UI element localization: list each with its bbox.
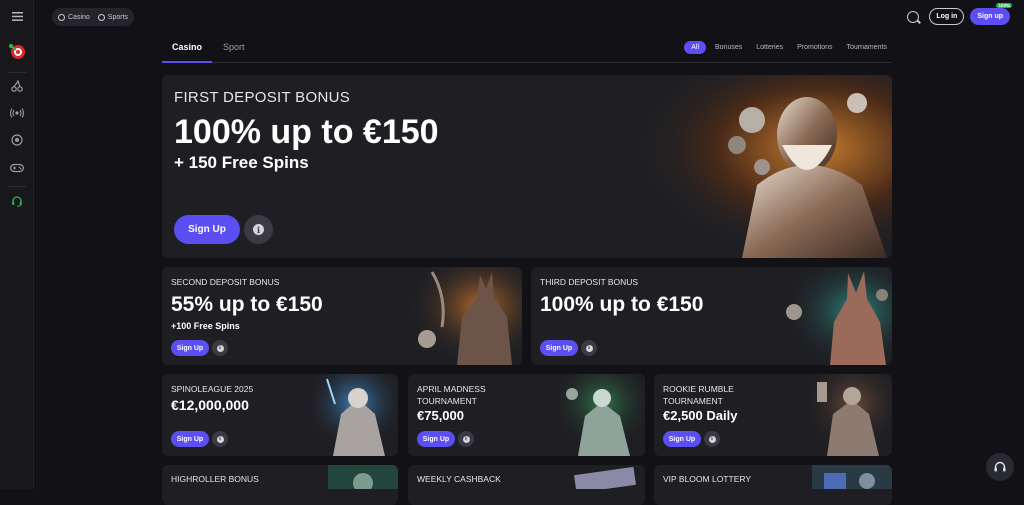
second-title: 55% up to €150 xyxy=(171,293,323,317)
signup-bonus-badge: 100% xyxy=(996,3,1012,8)
sidebar xyxy=(0,0,34,489)
hero-subtitle: + 150 Free Spins xyxy=(174,153,309,173)
third-deposit-card[interactable]: THIRD DEPOSIT BONUS 100% up to €150 Sign… xyxy=(531,267,892,365)
hero-info-button[interactable]: i xyxy=(244,215,273,244)
football-icon[interactable] xyxy=(0,132,34,148)
search-icon[interactable] xyxy=(907,11,919,23)
sidebar-divider xyxy=(8,72,26,73)
cherries-icon xyxy=(58,14,65,21)
tab-sport[interactable]: Sport xyxy=(223,42,245,52)
support-headset-icon[interactable] xyxy=(0,193,34,209)
top-bar: Casino Sports Log in Sign up 100% xyxy=(34,0,1024,34)
vip-bloom-kicker: VIP BLOOM LOTTERY xyxy=(663,474,751,484)
promo-filters: All Bonuses Lotteries Promotions Tournam… xyxy=(684,41,892,54)
spinoleague-info-button[interactable]: i xyxy=(212,431,228,447)
logo-icon[interactable] xyxy=(0,40,34,62)
signup-button[interactable]: Sign up 100% xyxy=(970,8,1010,25)
second-subtitle: +100 Free Spins xyxy=(171,321,240,331)
weekly-cashback-card[interactable]: WEEKLY CASHBACK xyxy=(408,465,645,505)
casino-switch[interactable]: Casino xyxy=(58,14,90,21)
rookie-rumble-kicker-2: TOURNAMENT xyxy=(663,396,723,406)
support-chat-button[interactable] xyxy=(986,453,1014,481)
highroller-kicker: HIGHROLLER BONUS xyxy=(171,474,259,484)
zeus-lightning-illustration xyxy=(313,374,398,456)
top-right-actions: Log in Sign up 100% xyxy=(907,8,1010,25)
info-icon: i xyxy=(586,345,593,352)
third-signup-button[interactable]: Sign Up xyxy=(540,340,578,356)
weekly-cashback-kicker: WEEKLY CASHBACK xyxy=(417,474,501,484)
cherries-icon[interactable] xyxy=(0,78,34,94)
second-kicker: SECOND DEPOSIT BONUS xyxy=(171,277,279,287)
rookie-rumble-signup-button[interactable]: Sign Up xyxy=(663,431,701,447)
football-icon xyxy=(98,14,105,21)
vertical-switcher: Casino Sports xyxy=(52,8,134,26)
april-madness-info-button[interactable]: i xyxy=(458,431,474,447)
login-button[interactable]: Log in xyxy=(929,8,964,25)
april-madness-kicker: APRIL MADNESS xyxy=(417,384,486,394)
tab-sport-label: Sport xyxy=(223,42,245,52)
third-info-button[interactable]: i xyxy=(581,340,597,356)
anubis-illustration xyxy=(402,267,522,365)
filter-promotions[interactable]: Promotions xyxy=(792,41,837,54)
filter-bonuses[interactable]: Bonuses xyxy=(710,41,747,54)
vip-illustration xyxy=(812,465,892,489)
tab-casino[interactable]: Casino xyxy=(172,42,202,52)
active-tab-indicator xyxy=(162,61,212,63)
rookie-rumble-card[interactable]: ROOKIE RUMBLE TOURNAMENT €2,500 Daily Si… xyxy=(654,374,892,456)
casino-switch-label: Casino xyxy=(68,14,90,21)
third-title: 100% up to €150 xyxy=(540,293,703,317)
sports-switch[interactable]: Sports xyxy=(98,14,128,21)
info-icon: i xyxy=(217,345,224,352)
vip-bloom-card[interactable]: VIP BLOOM LOTTERY xyxy=(654,465,892,505)
cashback-illustration xyxy=(565,465,645,489)
signup-button-label: Sign up xyxy=(977,13,1003,20)
info-icon: i xyxy=(217,436,224,443)
second-signup-button[interactable]: Sign Up xyxy=(171,340,209,356)
rookie-rumble-kicker: ROOKIE RUMBLE xyxy=(663,384,734,394)
april-madness-kicker-2: TOURNAMENT xyxy=(417,396,477,406)
hero-title: 100% up to €150 xyxy=(174,113,439,152)
hero-kicker: FIRST DEPOSIT BONUS xyxy=(174,89,350,106)
rookie-rumble-info-button[interactable]: i xyxy=(704,431,720,447)
second-deposit-card[interactable]: SECOND DEPOSIT BONUS 55% up to €150 +100… xyxy=(162,267,522,365)
jackal-warrior-illustration xyxy=(772,267,892,365)
filter-tournaments[interactable]: Tournaments xyxy=(842,41,892,54)
third-kicker: THIRD DEPOSIT BONUS xyxy=(540,277,638,287)
info-icon: i xyxy=(463,436,470,443)
knight-illustration xyxy=(807,374,892,456)
spinoleague-kicker: SPINOLEAGUE 2025 xyxy=(171,384,253,394)
hero-signup-button[interactable]: Sign Up xyxy=(174,215,240,244)
tab-casino-label: Casino xyxy=(172,42,202,52)
april-madness-card[interactable]: APRIL MADNESS TOURNAMENT €75,000 Sign Up… xyxy=(408,374,645,456)
second-info-button[interactable]: i xyxy=(212,340,228,356)
sports-switch-label: Sports xyxy=(108,14,128,21)
zeus-illustration xyxy=(592,75,892,258)
highroller-illustration xyxy=(328,465,398,489)
spinoleague-title: €12,000,000 xyxy=(171,397,249,413)
filter-all[interactable]: All xyxy=(684,41,706,54)
info-icon: i xyxy=(709,436,716,443)
menu-icon[interactable] xyxy=(0,8,34,24)
headset-icon xyxy=(993,460,1007,474)
april-madness-signup-button[interactable]: Sign Up xyxy=(417,431,455,447)
hero-promo-card[interactable]: FIRST DEPOSIT BONUS 100% up to €150 + 15… xyxy=(162,75,892,258)
highroller-card[interactable]: HIGHROLLER BONUS xyxy=(162,465,398,505)
live-broadcast-icon[interactable] xyxy=(0,105,34,121)
spinoleague-signup-button[interactable]: Sign Up xyxy=(171,431,209,447)
april-madness-title: €75,000 xyxy=(417,408,464,423)
warrior-illustration xyxy=(560,374,645,456)
gamepad-icon[interactable] xyxy=(0,160,34,176)
sidebar-divider xyxy=(8,186,26,187)
rookie-rumble-title: €2,500 Daily xyxy=(663,408,737,423)
info-icon: i xyxy=(253,224,264,235)
spinoleague-card[interactable]: SPINOLEAGUE 2025 €12,000,000 Sign Up i xyxy=(162,374,398,456)
filter-lotteries[interactable]: Lotteries xyxy=(751,41,788,54)
promo-tabs-bar: Casino Sport All Bonuses Lotteries Promo… xyxy=(162,36,892,63)
